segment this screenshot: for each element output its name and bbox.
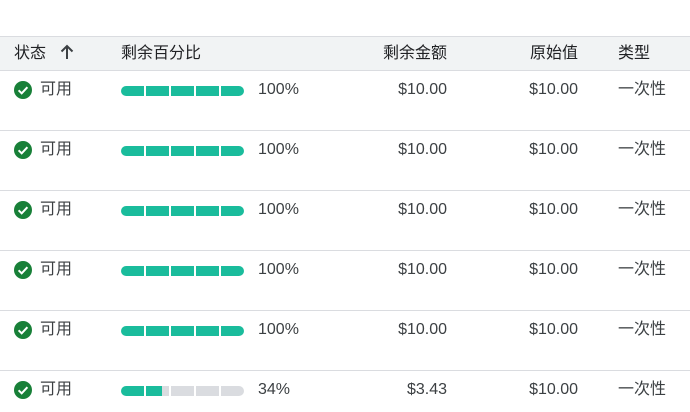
original-value: $10.00 [529,381,578,398]
original-value: $10.00 [529,201,578,218]
progress-segment [196,266,219,276]
remaining-amount: $10.00 [398,261,447,278]
progress-segment [196,86,219,96]
credit-type: 一次性 [618,321,667,338]
progress-segment [196,386,219,396]
progress-segment [171,266,194,276]
status-label: 可用 [40,141,73,158]
progress-segment [171,386,194,396]
table-header: 状态 剩余百分比 剩余金额 原始值 类型 [0,36,690,71]
check-circle-icon [14,321,32,339]
remaining-amount: $10.00 [398,81,447,98]
progress-segment [221,146,244,156]
arrow-up-icon[interactable] [60,44,74,60]
remaining-progress-bar [121,266,244,276]
check-circle-icon [14,261,32,279]
remaining-progress-bar [121,386,244,396]
table-row[interactable]: 可用 100% $10.00 $10.00 一次性 [0,191,690,251]
remaining-percent: 100% [258,81,299,98]
progress-segment [121,266,144,276]
original-value: $10.00 [529,141,578,158]
progress-segment [146,206,169,216]
progress-segment [171,146,194,156]
check-circle-icon [14,381,32,399]
progress-segment [171,86,194,96]
progress-segment [171,326,194,336]
progress-segment [121,206,144,216]
remaining-amount: $3.43 [406,381,447,398]
header-status-label: 状态 [14,45,47,62]
header-type[interactable]: 类型 [618,44,650,64]
table-row[interactable]: 可用 100% $10.00 $10.00 一次性 [0,131,690,191]
progress-segment [121,326,144,336]
remaining-progress-bar [121,326,244,336]
progress-segment [146,266,169,276]
original-value: $10.00 [529,321,578,338]
check-circle-icon [14,201,32,219]
progress-segment [196,206,219,216]
remaining-amount: $10.00 [398,321,447,338]
remaining-progress-bar [121,146,244,156]
progress-segment [221,86,244,96]
header-remaining-percent[interactable]: 剩余百分比 [121,44,201,64]
header-status[interactable]: 状态 [14,44,74,64]
progress-segment [221,386,244,396]
progress-segment [121,146,144,156]
progress-segment [121,386,144,396]
remaining-percent: 34% [258,381,291,398]
credit-type: 一次性 [618,141,667,158]
remaining-progress-bar [121,206,244,216]
header-remaining-amount[interactable]: 剩余金额 [383,44,447,64]
remaining-percent: 100% [258,321,299,338]
remaining-amount: $10.00 [398,201,447,218]
credit-type: 一次性 [618,81,667,98]
table-row[interactable]: 可用 100% $10.00 $10.00 一次性 [0,311,690,371]
progress-segment [221,326,244,336]
progress-segment [196,146,219,156]
remaining-percent: 100% [258,141,299,158]
remaining-progress-bar [121,86,244,96]
progress-segment [196,326,219,336]
status-label: 可用 [40,381,73,398]
check-circle-icon [14,81,32,99]
credit-type: 一次性 [618,381,667,398]
progress-segment [146,146,169,156]
remaining-percent: 100% [258,201,299,218]
original-value: $10.00 [529,81,578,98]
status-label: 可用 [40,321,73,338]
status-label: 可用 [40,201,73,218]
check-circle-icon [14,141,32,159]
credits-table: 状态 剩余百分比 剩余金额 原始值 类型 可用 100% $10.00 $10.… [0,0,690,412]
table-row[interactable]: 可用 34% $3.43 $10.00 一次性 [0,371,690,412]
progress-segment [221,266,244,276]
credit-type: 一次性 [618,261,667,278]
progress-segment [146,86,169,96]
remaining-percent: 100% [258,261,299,278]
table-row[interactable]: 可用 100% $10.00 $10.00 一次性 [0,71,690,131]
status-label: 可用 [40,261,73,278]
remaining-amount: $10.00 [398,141,447,158]
progress-segment [121,86,144,96]
progress-segment [146,326,169,336]
original-value: $10.00 [529,261,578,278]
status-label: 可用 [40,81,73,98]
progress-segment [146,386,169,396]
table-row[interactable]: 可用 100% $10.00 $10.00 一次性 [0,251,690,311]
header-original-value[interactable]: 原始值 [530,44,578,64]
credit-type: 一次性 [618,201,667,218]
progress-segment [221,206,244,216]
progress-segment [171,206,194,216]
